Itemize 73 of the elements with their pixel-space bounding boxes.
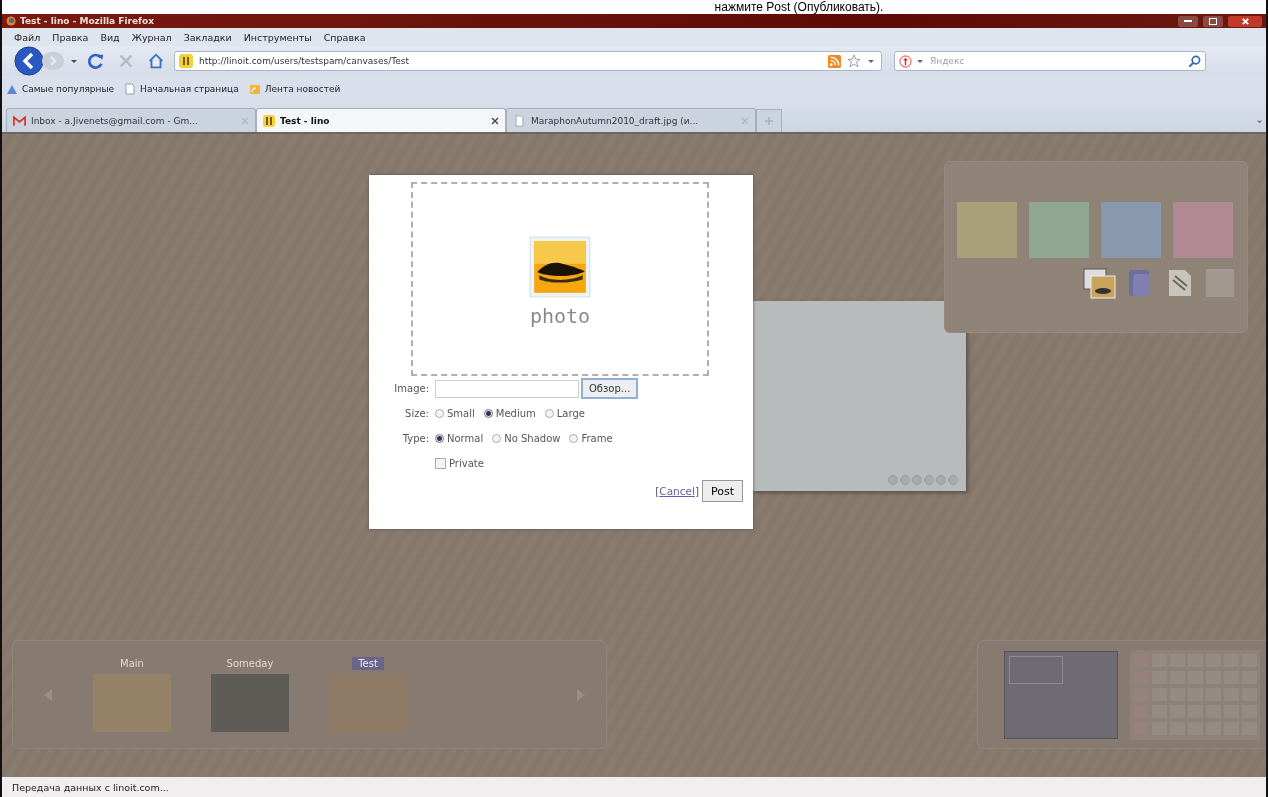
- dropdown-icon[interactable]: [916, 57, 924, 65]
- lino-icon: [263, 114, 275, 127]
- minimize-icon: [1184, 20, 1192, 22]
- private-checkbox[interactable]: Private: [435, 458, 484, 469]
- browser-tab[interactable]: MaraphonAutumn2010_draft.jpg (и...: [506, 108, 756, 132]
- menu-item[interactable]: Правка: [52, 31, 89, 43]
- type-option[interactable]: Frame: [569, 433, 613, 444]
- menu-item[interactable]: Журнал: [131, 31, 172, 43]
- browser-tab[interactable]: Test - lino: [256, 108, 506, 132]
- sticky-note-icon[interactable]: [957, 202, 1017, 258]
- sticky-note-icon[interactable]: [1029, 202, 1089, 258]
- url-text: http://linoit.com/users/testspam/canvases/Test: [199, 56, 409, 66]
- browse-button[interactable]: Обзор...: [581, 378, 639, 399]
- close-icon[interactable]: [491, 116, 499, 125]
- lino-icon: [179, 54, 193, 68]
- dropdown-icon[interactable]: [867, 57, 875, 65]
- cancel-link[interactable]: [Cancel]: [655, 485, 699, 497]
- home-icon[interactable]: [147, 52, 165, 70]
- image-label: Image:: [393, 383, 429, 394]
- minimap[interactable]: [1004, 650, 1118, 739]
- file-path-field[interactable]: [435, 379, 579, 398]
- photo-label: photo: [529, 304, 591, 328]
- close-icon: [1240, 16, 1250, 26]
- photo-icon: [529, 236, 591, 298]
- size-option[interactable]: Small: [435, 408, 475, 419]
- maximize-icon: [1209, 17, 1217, 25]
- size-option[interactable]: Large: [544, 408, 585, 419]
- maximize-button[interactable]: [1203, 15, 1223, 27]
- mail-icon: [13, 114, 26, 127]
- type-option[interactable]: Normal: [435, 433, 484, 444]
- window-title: Test - lino - Mozilla Firefox: [20, 16, 154, 26]
- firefox-icon: [6, 16, 16, 26]
- photo-icon[interactable]: [1083, 266, 1117, 300]
- page-icon: [124, 83, 137, 95]
- bookmark-item[interactable]: Самые популярные: [6, 83, 115, 95]
- status-text: Передача данных с linoit.com...: [12, 781, 169, 793]
- type-label: Type:: [401, 433, 429, 444]
- reload-icon[interactable]: [87, 52, 105, 70]
- menu-item[interactable]: Закладки: [183, 31, 232, 43]
- sticky-note-icon[interactable]: [1101, 202, 1161, 258]
- triangle-icon: [6, 83, 18, 95]
- search-icon[interactable]: [1188, 54, 1201, 68]
- note-controls-icon: [888, 475, 958, 485]
- back-button[interactable]: [14, 46, 44, 76]
- rss-icon[interactable]: [828, 54, 841, 68]
- bookmark-item[interactable]: Начальная страница: [124, 83, 239, 95]
- search-bar[interactable]: Яндекс: [894, 51, 1206, 71]
- type-option[interactable]: No Shadow: [492, 433, 561, 444]
- menu-item[interactable]: Инструменты: [243, 31, 312, 43]
- size-label: Size:: [404, 408, 429, 419]
- feed-icon: [248, 83, 261, 95]
- size-option[interactable]: Medium: [483, 408, 536, 419]
- browser-tab[interactable]: Inbox - a.Jivenets@gmail.com - Gm...: [6, 108, 256, 132]
- canvas-tab[interactable]: Test: [352, 657, 384, 670]
- star-icon[interactable]: [847, 54, 861, 68]
- dropdown-icon[interactable]: [70, 57, 78, 65]
- close-button[interactable]: [1228, 15, 1262, 27]
- canvas-thumbnail[interactable]: [211, 674, 289, 732]
- minimize-button[interactable]: [1178, 15, 1198, 27]
- post-button[interactable]: Post: [702, 480, 743, 502]
- sticky-note-icon[interactable]: [1173, 202, 1233, 258]
- caption-text: нажмите Post (Опубликовать).: [713, 0, 885, 14]
- new-tab-button[interactable]: [756, 109, 782, 132]
- search-engine-icon[interactable]: [899, 54, 912, 68]
- bookmark-item[interactable]: Лента новостей: [248, 83, 341, 95]
- page-icon: [513, 114, 526, 127]
- blank-note-icon[interactable]: [1203, 266, 1237, 300]
- menu-item[interactable]: Файл: [14, 31, 41, 43]
- address-field[interactable]: http://linoit.com/users/testspam/canvases/Test: [174, 51, 882, 71]
- menu-item[interactable]: Справка: [323, 31, 366, 43]
- stop-icon[interactable]: [117, 52, 135, 70]
- menu-item[interactable]: Вид: [100, 31, 120, 43]
- plus-icon: [764, 116, 774, 126]
